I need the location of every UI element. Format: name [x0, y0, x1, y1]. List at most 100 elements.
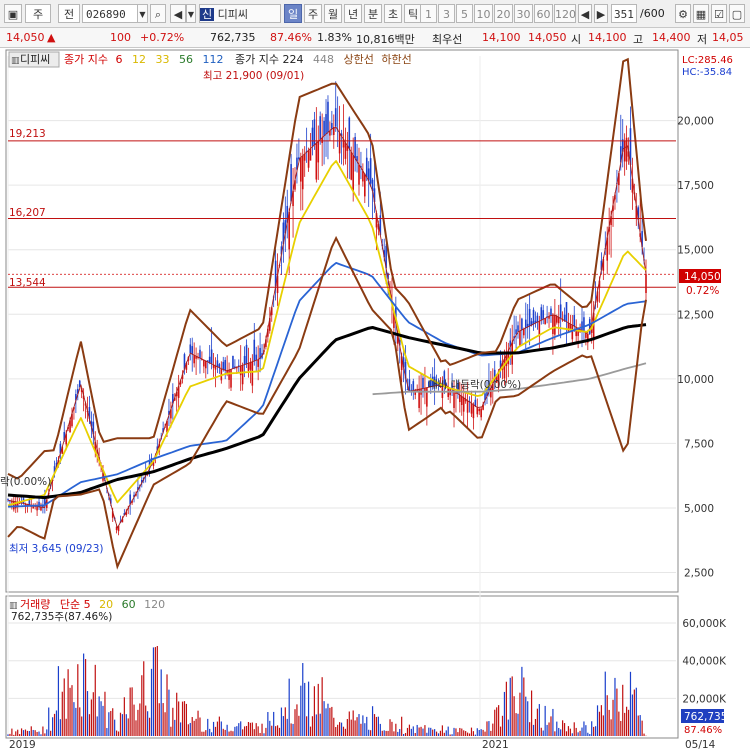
- candle-body: [323, 121, 325, 136]
- volume-bar: [424, 725, 425, 736]
- mid-annotation: 대비 대등락(0.00%): [428, 379, 521, 391]
- layout-icon[interactable]: ▣: [4, 4, 22, 23]
- volume-bar: [329, 708, 330, 736]
- volume-bar: [258, 726, 259, 736]
- volume-bar: [382, 731, 383, 736]
- period-tab-2[interactable]: 월: [324, 4, 342, 23]
- scroll-left-icon[interactable]: ◀: [578, 4, 592, 23]
- volume-bar: [486, 721, 487, 736]
- volume-bar: [279, 728, 280, 736]
- volume-bar: [69, 688, 70, 736]
- volume-bar: [29, 731, 30, 736]
- checkbox-icon[interactable]: ☑: [711, 4, 727, 23]
- period-tab-5[interactable]: 초: [384, 4, 402, 23]
- volume-tick-label: 20,000K: [682, 693, 727, 705]
- volume-bar: [370, 730, 371, 736]
- interval-button-20[interactable]: 20: [494, 4, 513, 23]
- volume-bar: [484, 732, 485, 736]
- volume-bar: [192, 717, 193, 736]
- volume-bar: [172, 708, 173, 736]
- period-tab-0[interactable]: 일: [284, 4, 302, 23]
- price-tick-label: 15,000: [677, 245, 714, 257]
- period-tab-4[interactable]: 분: [364, 4, 382, 23]
- search-icon[interactable]: ⌕: [150, 4, 166, 23]
- settings-icon[interactable]: ⚙: [675, 4, 691, 23]
- volume-bar: [163, 703, 164, 736]
- volume-last-label: 762,735: [684, 711, 727, 723]
- legend-close-label: 종가 지수: [64, 53, 108, 66]
- period-tab-1[interactable]: 주: [304, 4, 322, 23]
- legend-ma-5: 112: [202, 53, 223, 66]
- volume-bar: [44, 733, 45, 736]
- volume-bar: [227, 725, 228, 736]
- candle-body: [228, 370, 230, 380]
- candle-body: [461, 396, 463, 405]
- candle-body: [352, 155, 354, 191]
- volume-bar: [415, 733, 416, 736]
- volume-bar: [473, 731, 474, 736]
- volume-bar: [331, 707, 332, 736]
- level-label-2: 16,207: [9, 207, 46, 219]
- candle-body: [189, 344, 191, 353]
- volume-bar: [33, 730, 34, 736]
- volume-bar: [296, 704, 297, 736]
- code-dropdown-icon[interactable]: ▼: [137, 4, 148, 23]
- prev-button[interactable]: 전: [58, 4, 80, 23]
- volume-bar: [550, 716, 551, 736]
- volume-bar: [93, 692, 94, 736]
- period-tab-3[interactable]: 년: [344, 4, 362, 23]
- volume-bar: [238, 723, 239, 736]
- interval-button-120[interactable]: 120: [554, 4, 576, 23]
- volume-bar: [506, 682, 507, 736]
- scroll-right-icon[interactable]: ▶: [594, 4, 608, 23]
- interval-button-5[interactable]: 5: [456, 4, 473, 23]
- legend-ma-3: 33: [155, 53, 169, 66]
- interval-button-60[interactable]: 60: [534, 4, 553, 23]
- speaker-dropdown-icon[interactable]: ▼: [186, 4, 196, 23]
- volume-bar: [13, 735, 14, 736]
- candle-body: [515, 329, 517, 334]
- volume-bar: [583, 721, 584, 736]
- candle-body: [471, 403, 473, 413]
- volume-bar: [490, 731, 491, 736]
- volume-bar: [110, 711, 111, 736]
- bar-count-input[interactable]: 351: [611, 4, 637, 23]
- volume-bar: [624, 713, 625, 736]
- candle-body: [339, 133, 341, 153]
- candle-body: [211, 349, 213, 363]
- speaker-icon[interactable]: ◀: [170, 4, 186, 23]
- market-button[interactable]: 주: [25, 4, 51, 23]
- volume-bar: [430, 728, 431, 736]
- volume-bar: [205, 730, 206, 736]
- interval-button-1[interactable]: 1: [420, 4, 437, 23]
- volume-bar: [467, 733, 468, 736]
- volume-bar: [271, 726, 272, 736]
- volume-bar: [254, 729, 255, 736]
- candle-body: [310, 149, 312, 161]
- volume-bar: [149, 718, 150, 736]
- volume-bar: [81, 716, 82, 736]
- volume-bar: [448, 727, 449, 736]
- legend-ma-2: 12: [132, 53, 146, 66]
- volume-bar: [374, 714, 375, 736]
- interval-button-3[interactable]: 3: [438, 4, 455, 23]
- volume-tick-label: 40,000K: [682, 656, 727, 668]
- grid-icon[interactable]: ▦: [693, 4, 709, 23]
- fullscreen-icon[interactable]: ▢: [729, 4, 745, 23]
- volume-bar: [440, 731, 441, 736]
- interval-button-30[interactable]: 30: [514, 4, 533, 23]
- candle-body: [250, 362, 252, 369]
- volume-bar: [217, 722, 218, 736]
- volume-bar: [197, 711, 198, 736]
- volume-bar: [308, 682, 309, 736]
- volume-bar: [527, 701, 528, 736]
- volume-bar: [230, 731, 231, 736]
- volume-bar: [225, 730, 226, 736]
- quote-bar: 14,050 ▲ 100 +0.72% 762,735 87.46% 1.83%…: [0, 28, 750, 48]
- volume-bar: [409, 725, 410, 736]
- volume-bar: [587, 733, 588, 736]
- stock-name-field[interactable]: 신 디피씨: [199, 4, 281, 23]
- interval-button-10[interactable]: 10: [474, 4, 493, 23]
- candle-body: [240, 366, 242, 375]
- stock-chart[interactable]: 2,5005,0007,50010,00012,50015,00017,5002…: [0, 48, 750, 750]
